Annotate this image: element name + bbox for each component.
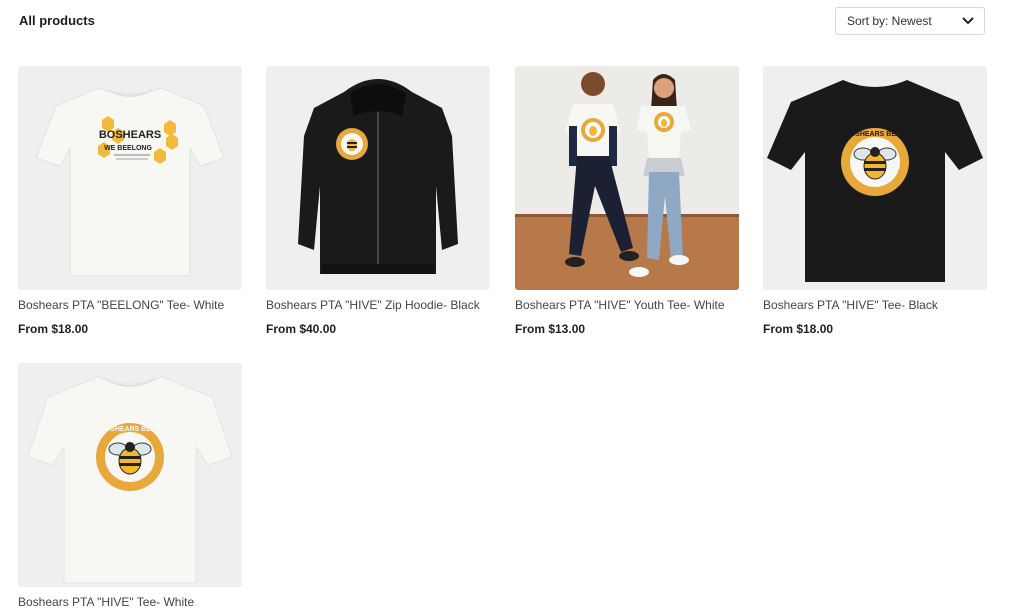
product-card[interactable]: BOSHEARS WE BEELONG Boshears PTA "BEELON… — [18, 66, 242, 336]
sort-label: Sort by: Newest — [847, 14, 932, 28]
product-card[interactable]: Boshears PTA "HIVE" Zip Hoodie- Black Fr… — [266, 66, 490, 336]
product-image[interactable] — [515, 66, 739, 290]
product-price: From $13.00 — [515, 322, 586, 336]
product-card[interactable]: Boshears PTA "HIVE" Youth Tee- White Fro… — [515, 66, 739, 336]
graphic-text: BOSHEARS — [99, 129, 161, 141]
product-name[interactable]: Boshears PTA "HIVE" Zip Hoodie- Black — [266, 298, 490, 312]
product-name[interactable]: Boshears PTA "BEELONG" Tee- White — [18, 298, 242, 312]
sort-dropdown[interactable]: Sort by: Newest — [835, 7, 985, 35]
product-name[interactable]: Boshears PTA "HIVE" Youth Tee- White — [515, 298, 739, 312]
product-price: From $40.00 — [266, 322, 337, 336]
product-card[interactable]: BOSHEARS BEES Boshears PTA "HIVE" Tee- W… — [18, 363, 242, 609]
product-image[interactable] — [266, 66, 490, 290]
product-name[interactable]: Boshears PTA "HIVE" Tee- White — [18, 595, 242, 609]
product-price: From $18.00 — [763, 322, 834, 336]
page-title: All products — [19, 13, 95, 28]
product-image[interactable]: BOSHEARS WE BEELONG — [18, 66, 242, 290]
graphic-text: BOSHEARS BEES — [845, 131, 906, 138]
product-card[interactable]: BOSHEARS BEES Boshears PTA "HIVE" Tee- B… — [763, 66, 987, 336]
chevron-down-icon — [962, 17, 974, 25]
graphic-subtext: WE BEELONG — [104, 145, 152, 152]
product-price: From $18.00 — [18, 322, 89, 336]
product-image[interactable]: BOSHEARS BEES — [763, 66, 987, 290]
product-image[interactable]: BOSHEARS BEES — [18, 363, 242, 587]
graphic-text: BOSHEARS BEES — [100, 426, 161, 433]
product-name[interactable]: Boshears PTA "HIVE" Tee- Black — [763, 298, 987, 312]
